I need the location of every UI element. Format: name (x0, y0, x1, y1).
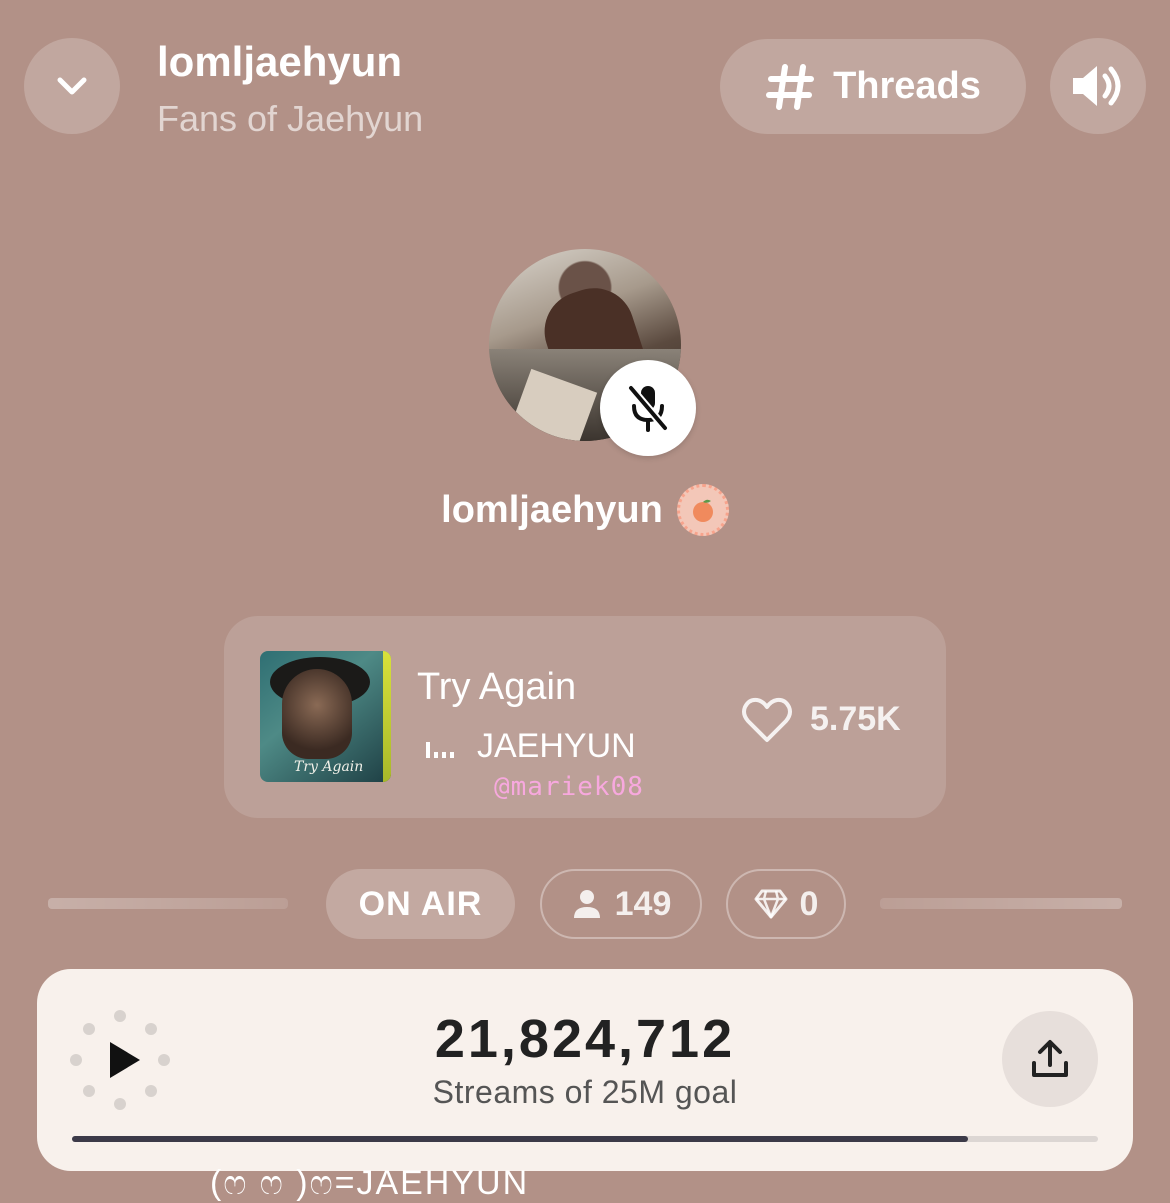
listeners-count: 149 (614, 884, 672, 923)
album-art: Try Again (260, 651, 391, 782)
threads-label: Threads (833, 65, 981, 107)
watermark: @mariek08 (494, 772, 644, 802)
equalizer-icon (426, 742, 454, 758)
song-title: Try Again (417, 666, 577, 708)
speaker-volume-icon (1073, 66, 1121, 106)
room-title: lomljaehyun (157, 38, 403, 85)
threads-button[interactable]: Threads (720, 39, 1026, 134)
diamond-icon (754, 889, 788, 919)
song-artist: JAEHYUN (477, 727, 636, 765)
heart-icon[interactable] (740, 696, 794, 744)
gems-pill[interactable]: 0 (726, 869, 846, 939)
host-name-row: lomljaehyun (0, 484, 1170, 536)
divider-left (48, 898, 288, 909)
person-icon (573, 890, 600, 918)
stream-goal-label: Streams of 25M goal (432, 1074, 738, 1110)
album-art-title: Try Again (294, 759, 364, 775)
on-air-badge: ON AIR (326, 869, 515, 939)
listeners-pill[interactable]: 149 (540, 869, 702, 939)
stream-progress-bar (72, 1136, 1098, 1142)
gems-count: 0 (799, 884, 819, 923)
mic-muted-badge (600, 360, 696, 456)
peach-badge-icon (676, 484, 729, 536)
speaker-button[interactable] (1050, 38, 1146, 134)
host-name: lomljaehyun (441, 488, 663, 531)
like-count: 5.75K (810, 700, 901, 738)
collapse-button[interactable] (24, 38, 120, 134)
room-subtitle: Fans of Jaehyun (157, 98, 424, 139)
chevron-down-icon (57, 77, 87, 95)
mic-off-icon (627, 384, 669, 432)
stream-count: 21,824,712 (434, 1009, 736, 1069)
divider-right (880, 898, 1122, 909)
stream-progress-fill (72, 1136, 968, 1142)
share-upload-icon (1032, 1040, 1068, 1077)
hashtag-icon (766, 63, 815, 110)
share-button[interactable] (1002, 1011, 1098, 1107)
